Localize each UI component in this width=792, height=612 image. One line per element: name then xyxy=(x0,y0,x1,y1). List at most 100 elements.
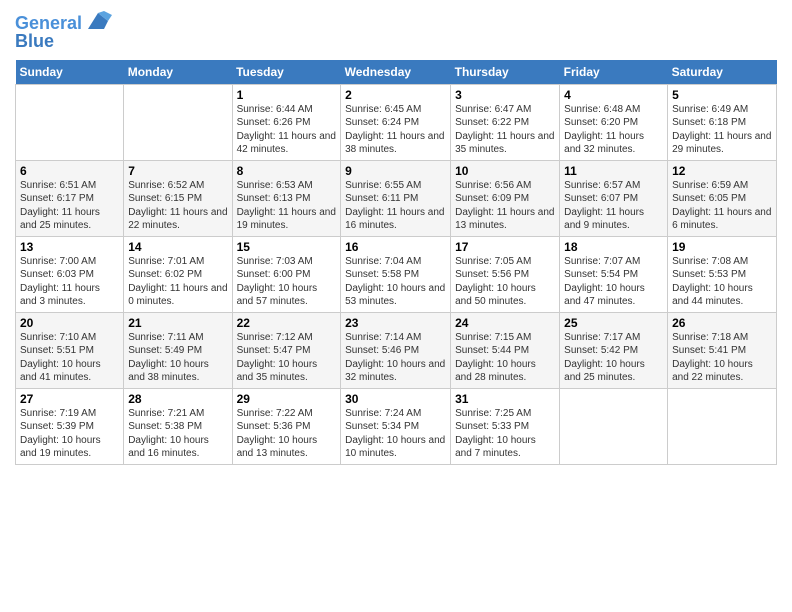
calendar-cell: 28Sunrise: 7:21 AM Sunset: 5:38 PM Dayli… xyxy=(124,388,232,464)
calendar-cell: 10Sunrise: 6:56 AM Sunset: 6:09 PM Dayli… xyxy=(451,160,560,236)
day-info: Sunrise: 7:07 AM Sunset: 5:54 PM Dayligh… xyxy=(564,255,663,309)
weekday-header-tuesday: Tuesday xyxy=(232,60,341,85)
calendar-cell: 21Sunrise: 7:11 AM Sunset: 5:49 PM Dayli… xyxy=(124,312,232,388)
calendar-cell: 23Sunrise: 7:14 AM Sunset: 5:46 PM Dayli… xyxy=(341,312,451,388)
day-number: 19 xyxy=(672,240,772,254)
day-number: 5 xyxy=(672,88,772,102)
calendar-cell: 20Sunrise: 7:10 AM Sunset: 5:51 PM Dayli… xyxy=(16,312,124,388)
calendar-cell: 13Sunrise: 7:00 AM Sunset: 6:03 PM Dayli… xyxy=(16,236,124,312)
day-number: 30 xyxy=(345,392,446,406)
day-info: Sunrise: 7:11 AM Sunset: 5:49 PM Dayligh… xyxy=(128,331,227,385)
week-row-5: 27Sunrise: 7:19 AM Sunset: 5:39 PM Dayli… xyxy=(16,388,777,464)
day-info: Sunrise: 7:18 AM Sunset: 5:41 PM Dayligh… xyxy=(672,331,772,385)
day-info: Sunrise: 6:49 AM Sunset: 6:18 PM Dayligh… xyxy=(672,103,772,157)
calendar-cell xyxy=(668,388,777,464)
calendar-cell: 26Sunrise: 7:18 AM Sunset: 5:41 PM Dayli… xyxy=(668,312,777,388)
calendar-cell: 14Sunrise: 7:01 AM Sunset: 6:02 PM Dayli… xyxy=(124,236,232,312)
day-number: 3 xyxy=(455,88,555,102)
day-info: Sunrise: 6:44 AM Sunset: 6:26 PM Dayligh… xyxy=(237,103,337,157)
day-number: 12 xyxy=(672,164,772,178)
day-info: Sunrise: 7:08 AM Sunset: 5:53 PM Dayligh… xyxy=(672,255,772,309)
calendar-cell: 18Sunrise: 7:07 AM Sunset: 5:54 PM Dayli… xyxy=(560,236,668,312)
calendar-cell: 15Sunrise: 7:03 AM Sunset: 6:00 PM Dayli… xyxy=(232,236,341,312)
day-info: Sunrise: 7:00 AM Sunset: 6:03 PM Dayligh… xyxy=(20,255,119,309)
calendar-cell: 24Sunrise: 7:15 AM Sunset: 5:44 PM Dayli… xyxy=(451,312,560,388)
calendar-cell: 7Sunrise: 6:52 AM Sunset: 6:15 PM Daylig… xyxy=(124,160,232,236)
day-info: Sunrise: 6:56 AM Sunset: 6:09 PM Dayligh… xyxy=(455,179,555,233)
calendar-cell xyxy=(124,84,232,160)
calendar-cell: 9Sunrise: 6:55 AM Sunset: 6:11 PM Daylig… xyxy=(341,160,451,236)
calendar-cell: 30Sunrise: 7:24 AM Sunset: 5:34 PM Dayli… xyxy=(341,388,451,464)
day-info: Sunrise: 7:19 AM Sunset: 5:39 PM Dayligh… xyxy=(20,407,119,461)
day-number: 1 xyxy=(237,88,337,102)
day-info: Sunrise: 7:25 AM Sunset: 5:33 PM Dayligh… xyxy=(455,407,555,461)
logo: General Blue xyxy=(15,14,112,52)
calendar-cell: 22Sunrise: 7:12 AM Sunset: 5:47 PM Dayli… xyxy=(232,312,341,388)
week-row-4: 20Sunrise: 7:10 AM Sunset: 5:51 PM Dayli… xyxy=(16,312,777,388)
day-number: 17 xyxy=(455,240,555,254)
calendar-cell: 17Sunrise: 7:05 AM Sunset: 5:56 PM Dayli… xyxy=(451,236,560,312)
day-number: 18 xyxy=(564,240,663,254)
weekday-header-friday: Friday xyxy=(560,60,668,85)
day-info: Sunrise: 6:48 AM Sunset: 6:20 PM Dayligh… xyxy=(564,103,663,157)
day-info: Sunrise: 7:01 AM Sunset: 6:02 PM Dayligh… xyxy=(128,255,227,309)
logo-icon xyxy=(84,11,112,33)
calendar-cell: 31Sunrise: 7:25 AM Sunset: 5:33 PM Dayli… xyxy=(451,388,560,464)
calendar-cell: 29Sunrise: 7:22 AM Sunset: 5:36 PM Dayli… xyxy=(232,388,341,464)
day-number: 27 xyxy=(20,392,119,406)
day-info: Sunrise: 6:57 AM Sunset: 6:07 PM Dayligh… xyxy=(564,179,663,233)
calendar-cell xyxy=(560,388,668,464)
day-number: 22 xyxy=(237,316,337,330)
calendar-cell: 16Sunrise: 7:04 AM Sunset: 5:58 PM Dayli… xyxy=(341,236,451,312)
calendar-cell: 5Sunrise: 6:49 AM Sunset: 6:18 PM Daylig… xyxy=(668,84,777,160)
day-number: 2 xyxy=(345,88,446,102)
weekday-header-row: SundayMondayTuesdayWednesdayThursdayFrid… xyxy=(16,60,777,85)
weekday-header-sunday: Sunday xyxy=(16,60,124,85)
calendar-cell: 8Sunrise: 6:53 AM Sunset: 6:13 PM Daylig… xyxy=(232,160,341,236)
logo-blue-text: Blue xyxy=(15,32,112,52)
day-info: Sunrise: 6:53 AM Sunset: 6:13 PM Dayligh… xyxy=(237,179,337,233)
day-info: Sunrise: 7:04 AM Sunset: 5:58 PM Dayligh… xyxy=(345,255,446,309)
day-info: Sunrise: 7:21 AM Sunset: 5:38 PM Dayligh… xyxy=(128,407,227,461)
day-number: 4 xyxy=(564,88,663,102)
day-number: 29 xyxy=(237,392,337,406)
day-number: 21 xyxy=(128,316,227,330)
calendar-cell: 2Sunrise: 6:45 AM Sunset: 6:24 PM Daylig… xyxy=(341,84,451,160)
day-info: Sunrise: 6:45 AM Sunset: 6:24 PM Dayligh… xyxy=(345,103,446,157)
day-info: Sunrise: 6:52 AM Sunset: 6:15 PM Dayligh… xyxy=(128,179,227,233)
day-info: Sunrise: 6:55 AM Sunset: 6:11 PM Dayligh… xyxy=(345,179,446,233)
day-info: Sunrise: 7:22 AM Sunset: 5:36 PM Dayligh… xyxy=(237,407,337,461)
day-number: 11 xyxy=(564,164,663,178)
calendar-cell: 3Sunrise: 6:47 AM Sunset: 6:22 PM Daylig… xyxy=(451,84,560,160)
day-number: 14 xyxy=(128,240,227,254)
week-row-2: 6Sunrise: 6:51 AM Sunset: 6:17 PM Daylig… xyxy=(16,160,777,236)
week-row-3: 13Sunrise: 7:00 AM Sunset: 6:03 PM Dayli… xyxy=(16,236,777,312)
header: General Blue xyxy=(15,10,777,52)
day-info: Sunrise: 7:17 AM Sunset: 5:42 PM Dayligh… xyxy=(564,331,663,385)
day-number: 24 xyxy=(455,316,555,330)
calendar-table: SundayMondayTuesdayWednesdayThursdayFrid… xyxy=(15,60,777,465)
day-number: 9 xyxy=(345,164,446,178)
calendar-cell: 4Sunrise: 6:48 AM Sunset: 6:20 PM Daylig… xyxy=(560,84,668,160)
week-row-1: 1Sunrise: 6:44 AM Sunset: 6:26 PM Daylig… xyxy=(16,84,777,160)
weekday-header-monday: Monday xyxy=(124,60,232,85)
calendar-cell: 1Sunrise: 6:44 AM Sunset: 6:26 PM Daylig… xyxy=(232,84,341,160)
day-number: 26 xyxy=(672,316,772,330)
day-number: 13 xyxy=(20,240,119,254)
day-number: 25 xyxy=(564,316,663,330)
calendar-cell: 6Sunrise: 6:51 AM Sunset: 6:17 PM Daylig… xyxy=(16,160,124,236)
day-number: 7 xyxy=(128,164,227,178)
calendar-cell: 27Sunrise: 7:19 AM Sunset: 5:39 PM Dayli… xyxy=(16,388,124,464)
day-number: 16 xyxy=(345,240,446,254)
day-info: Sunrise: 7:03 AM Sunset: 6:00 PM Dayligh… xyxy=(237,255,337,309)
calendar-cell: 25Sunrise: 7:17 AM Sunset: 5:42 PM Dayli… xyxy=(560,312,668,388)
day-number: 28 xyxy=(128,392,227,406)
day-number: 6 xyxy=(20,164,119,178)
day-number: 20 xyxy=(20,316,119,330)
day-info: Sunrise: 7:05 AM Sunset: 5:56 PM Dayligh… xyxy=(455,255,555,309)
day-number: 23 xyxy=(345,316,446,330)
day-info: Sunrise: 7:15 AM Sunset: 5:44 PM Dayligh… xyxy=(455,331,555,385)
day-info: Sunrise: 6:51 AM Sunset: 6:17 PM Dayligh… xyxy=(20,179,119,233)
weekday-header-wednesday: Wednesday xyxy=(341,60,451,85)
weekday-header-thursday: Thursday xyxy=(451,60,560,85)
